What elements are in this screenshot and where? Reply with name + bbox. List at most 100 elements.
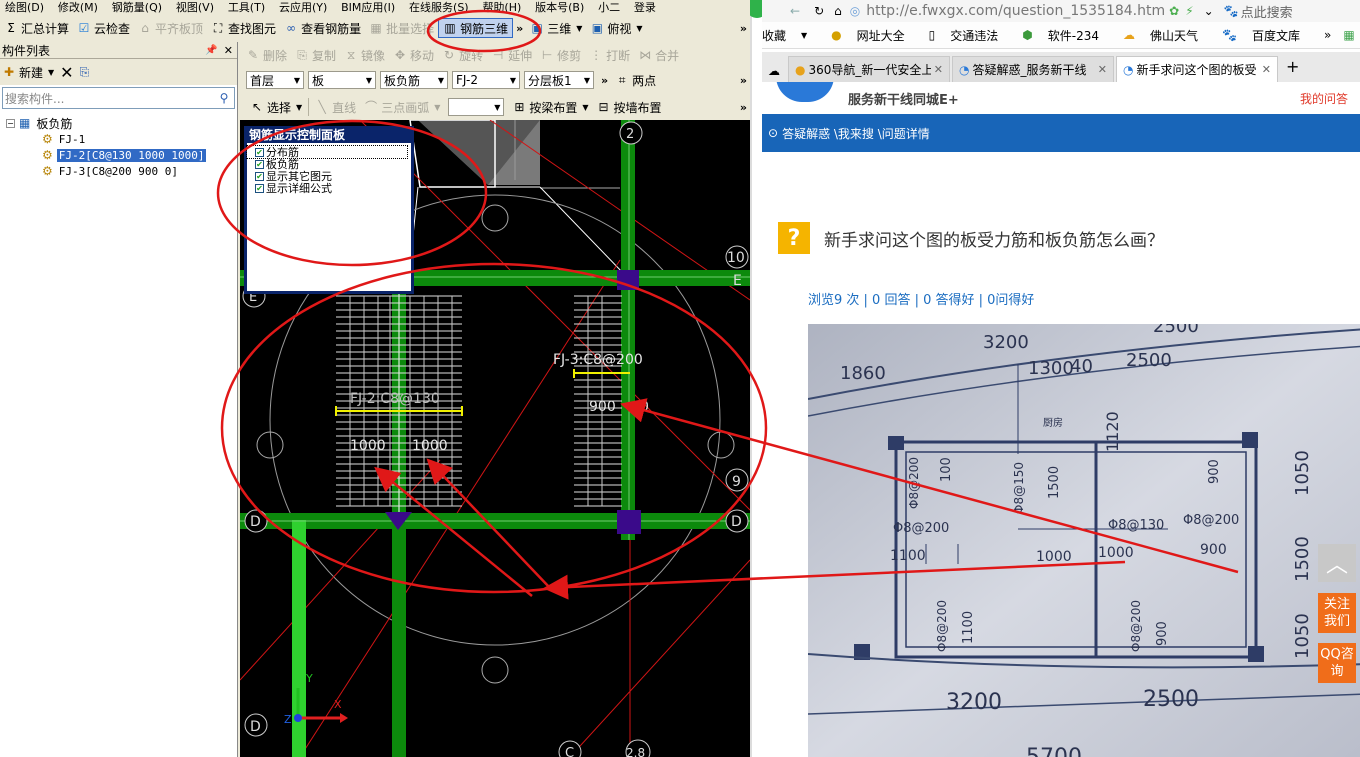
lightning-icon[interactable]: ⚡ bbox=[1185, 4, 1193, 18]
pin-icon[interactable]: 📌 bbox=[205, 45, 217, 56]
axis-label-2: 2 bbox=[626, 127, 634, 142]
delete-button[interactable]: ✎ 删除 bbox=[242, 45, 291, 65]
tree-item-fj3[interactable]: ⚙ FJ-3[C8@200 900 0] bbox=[0, 163, 237, 179]
extend-button[interactable]: ⊣ 延伸 bbox=[487, 45, 536, 65]
close-tab-icon[interactable]: ✕ bbox=[1098, 63, 1107, 76]
search-engine-icon[interactable]: 🐾 bbox=[1224, 4, 1239, 18]
checkbox-checked-icon[interactable]: ✔ bbox=[255, 159, 264, 169]
component-search-input[interactable]: 搜索构件... ⚲ bbox=[2, 87, 235, 109]
copy-button[interactable]: ⎘ 复制 bbox=[291, 45, 340, 65]
new-tab-icon[interactable]: + bbox=[1280, 57, 1305, 82]
checkbox-checked-icon[interactable]: ✔ bbox=[255, 183, 264, 193]
subcategory-select[interactable]: 板负筋 ▼ bbox=[380, 71, 448, 89]
line-button[interactable]: ╲ 直线 bbox=[311, 97, 360, 117]
delete-icon[interactable]: ✕ bbox=[60, 63, 73, 82]
my-qa-link[interactable]: 我的问答 bbox=[1300, 90, 1348, 107]
bookmark-favorites[interactable]: 收藏 ▼ bbox=[762, 27, 819, 44]
tab-360[interactable]: ● 360导航_新一代安全上 ✕ bbox=[788, 56, 950, 82]
blueprint-photo: 3200 2500 1860 1300 40 2500 1120 厨房 1050… bbox=[808, 324, 1360, 757]
menu-help[interactable]: 帮助(H) bbox=[482, 2, 521, 13]
url-field[interactable]: http://e.fwxgx.com/question_1535184.htm bbox=[866, 3, 1165, 19]
toolbar-overflow-icon[interactable]: » bbox=[737, 22, 750, 35]
break-button[interactable]: ⋮ 打断 bbox=[585, 45, 634, 65]
toolbar-overflow-icon[interactable]: » bbox=[737, 101, 750, 114]
bookmark-weather[interactable]: ☁ 佛山天气 bbox=[1123, 27, 1210, 44]
menu-tools[interactable]: 工具(T) bbox=[228, 2, 265, 13]
find-element-button[interactable]: ⛶ 查找图元 bbox=[207, 18, 280, 38]
option-show-formula[interactable]: ✔ 显示详细公式 bbox=[247, 182, 411, 195]
column-mark bbox=[888, 436, 904, 450]
bookmark-wenku[interactable]: 🐾 百度文库 bbox=[1222, 27, 1312, 44]
place-by-beam-button[interactable]: ⊞ 按梁布置 ▼ bbox=[508, 97, 592, 117]
trim-icon: ⊢ bbox=[541, 48, 553, 62]
arc-button[interactable]: ⌒ 三点画弧 ▼ bbox=[360, 97, 444, 117]
menu-online[interactable]: 在线服务(S) bbox=[409, 2, 469, 13]
mirror-button[interactable]: ⧖ 镜像 bbox=[340, 45, 389, 65]
search-box[interactable]: 点此搜索 bbox=[1241, 2, 1293, 21]
menu-modify[interactable]: 修改(M) bbox=[58, 2, 98, 13]
back-icon[interactable]: ← bbox=[790, 4, 800, 18]
question-photo[interactable]: 3200 2500 1860 1300 40 2500 1120 厨房 1050… bbox=[808, 324, 1360, 757]
tree-root[interactable]: − ▦ 板负筋 bbox=[0, 115, 237, 131]
rebar-3d-button[interactable]: ▥ 钢筋三维 bbox=[438, 18, 514, 38]
layer-select[interactable]: 分层板1 ▼ bbox=[524, 71, 594, 89]
collapse-icon[interactable]: − bbox=[6, 118, 15, 128]
dropdown-icon[interactable]: ⌄ bbox=[1204, 4, 1214, 18]
threed-button[interactable]: ▣ 三维 ▼ bbox=[526, 18, 586, 38]
close-icon[interactable]: ✕ bbox=[224, 44, 233, 57]
bookmark-hao123[interactable]: ● 网址大全 bbox=[831, 27, 917, 44]
back-to-top-button[interactable]: ︿ bbox=[1318, 544, 1356, 582]
tree-item-fj1[interactable]: ⚙ FJ-1 bbox=[0, 131, 237, 147]
cloud-check-button[interactable]: ☑ 云检查 bbox=[73, 18, 134, 38]
refresh-icon[interactable]: ↻ bbox=[814, 4, 824, 18]
toolbar-overflow-icon[interactable]: » bbox=[598, 74, 611, 87]
apps-icon[interactable]: ▦ bbox=[1343, 28, 1354, 42]
element-select[interactable]: FJ-2 ▼ bbox=[452, 71, 520, 89]
qq-consult-button[interactable]: QQ咨询 bbox=[1318, 643, 1356, 683]
batch-select-button[interactable]: ▦ 批量选择 bbox=[365, 18, 438, 38]
checkbox-checked-icon[interactable]: ✔ bbox=[255, 147, 264, 157]
home-icon[interactable]: ⌂ bbox=[834, 4, 842, 18]
select-button[interactable]: ↖ 选择 ▼ bbox=[246, 97, 306, 117]
follow-us-button[interactable]: 关注我们 bbox=[1318, 593, 1356, 633]
toolbar-overflow-icon[interactable]: » bbox=[737, 74, 750, 87]
view-rebar-qty-button[interactable]: ∞ 查看钢筋量 bbox=[280, 18, 365, 38]
arc-option-select[interactable]: ▼ bbox=[448, 98, 505, 116]
chevron-down-icon: ▼ bbox=[437, 75, 444, 85]
new-button[interactable]: ✚ 新建 ▼ bbox=[2, 62, 54, 82]
top-view-button[interactable]: ▣ 俯视 ▼ bbox=[586, 18, 646, 38]
sum-calc-button[interactable]: Σ 汇总计算 bbox=[0, 18, 73, 38]
trim-button[interactable]: ⊢ 修剪 bbox=[536, 45, 585, 65]
toolbar-overflow-icon[interactable]: » bbox=[513, 22, 526, 35]
category-select[interactable]: 板 ▼ bbox=[308, 71, 376, 89]
menu-cloud[interactable]: 云应用(Y) bbox=[279, 2, 327, 13]
bookmark-traffic[interactable]: ▯ 交通违法 bbox=[929, 27, 1011, 44]
tab-question[interactable]: ◔ 新手求问这个图的板受 ✕ bbox=[1116, 56, 1278, 82]
tab-dayi[interactable]: ◔ 答疑解惑_服务新干线 ✕ bbox=[952, 56, 1114, 82]
cloud-icon[interactable]: ☁ bbox=[762, 64, 788, 82]
menu-version[interactable]: 版本号(B) bbox=[535, 2, 584, 13]
checkbox-checked-icon[interactable]: ✔ bbox=[255, 171, 264, 181]
two-point-button[interactable]: ⌗ 两点 bbox=[611, 70, 660, 90]
more-bookmarks-icon[interactable]: » bbox=[1324, 28, 1331, 42]
move-button[interactable]: ✥ 移动 bbox=[389, 45, 438, 65]
close-tab-icon[interactable]: ✕ bbox=[1262, 63, 1271, 76]
menu-draw[interactable]: 绘图(D) bbox=[5, 2, 44, 13]
plugin-icon[interactable]: ✿ bbox=[1169, 4, 1179, 18]
tree-item-fj2[interactable]: ⚙ FJ-2[C8@130 1000 1000] bbox=[0, 147, 237, 163]
bookmark-software[interactable]: ⬢ 软件-234 bbox=[1022, 27, 1111, 44]
floor-select[interactable]: 首层 ▼ bbox=[246, 71, 304, 89]
copy-icon[interactable]: ⎘ bbox=[80, 65, 90, 80]
close-tab-icon[interactable]: ✕ bbox=[934, 63, 943, 76]
search-icon[interactable]: ⚲ bbox=[214, 91, 234, 105]
menu-bim[interactable]: BIM应用(I) bbox=[341, 2, 395, 13]
menu-view[interactable]: 视图(V) bbox=[176, 2, 214, 13]
flat-top-button[interactable]: ⌂ 平齐板顶 bbox=[134, 18, 207, 38]
menu-rebar-qty[interactable]: 钢筋量(Q) bbox=[112, 2, 162, 13]
place-by-wall-button[interactable]: ⊟ 按墙布置 bbox=[593, 97, 666, 117]
menu-login[interactable]: 登录 bbox=[634, 2, 656, 13]
fj2-label: FJ-2:C8@130 bbox=[350, 391, 440, 407]
menu-xiaoer[interactable]: 小二 bbox=[598, 2, 620, 13]
merge-button[interactable]: ⋈ 合并 bbox=[634, 45, 683, 65]
rotate-button[interactable]: ↻ 旋转 bbox=[438, 45, 487, 65]
